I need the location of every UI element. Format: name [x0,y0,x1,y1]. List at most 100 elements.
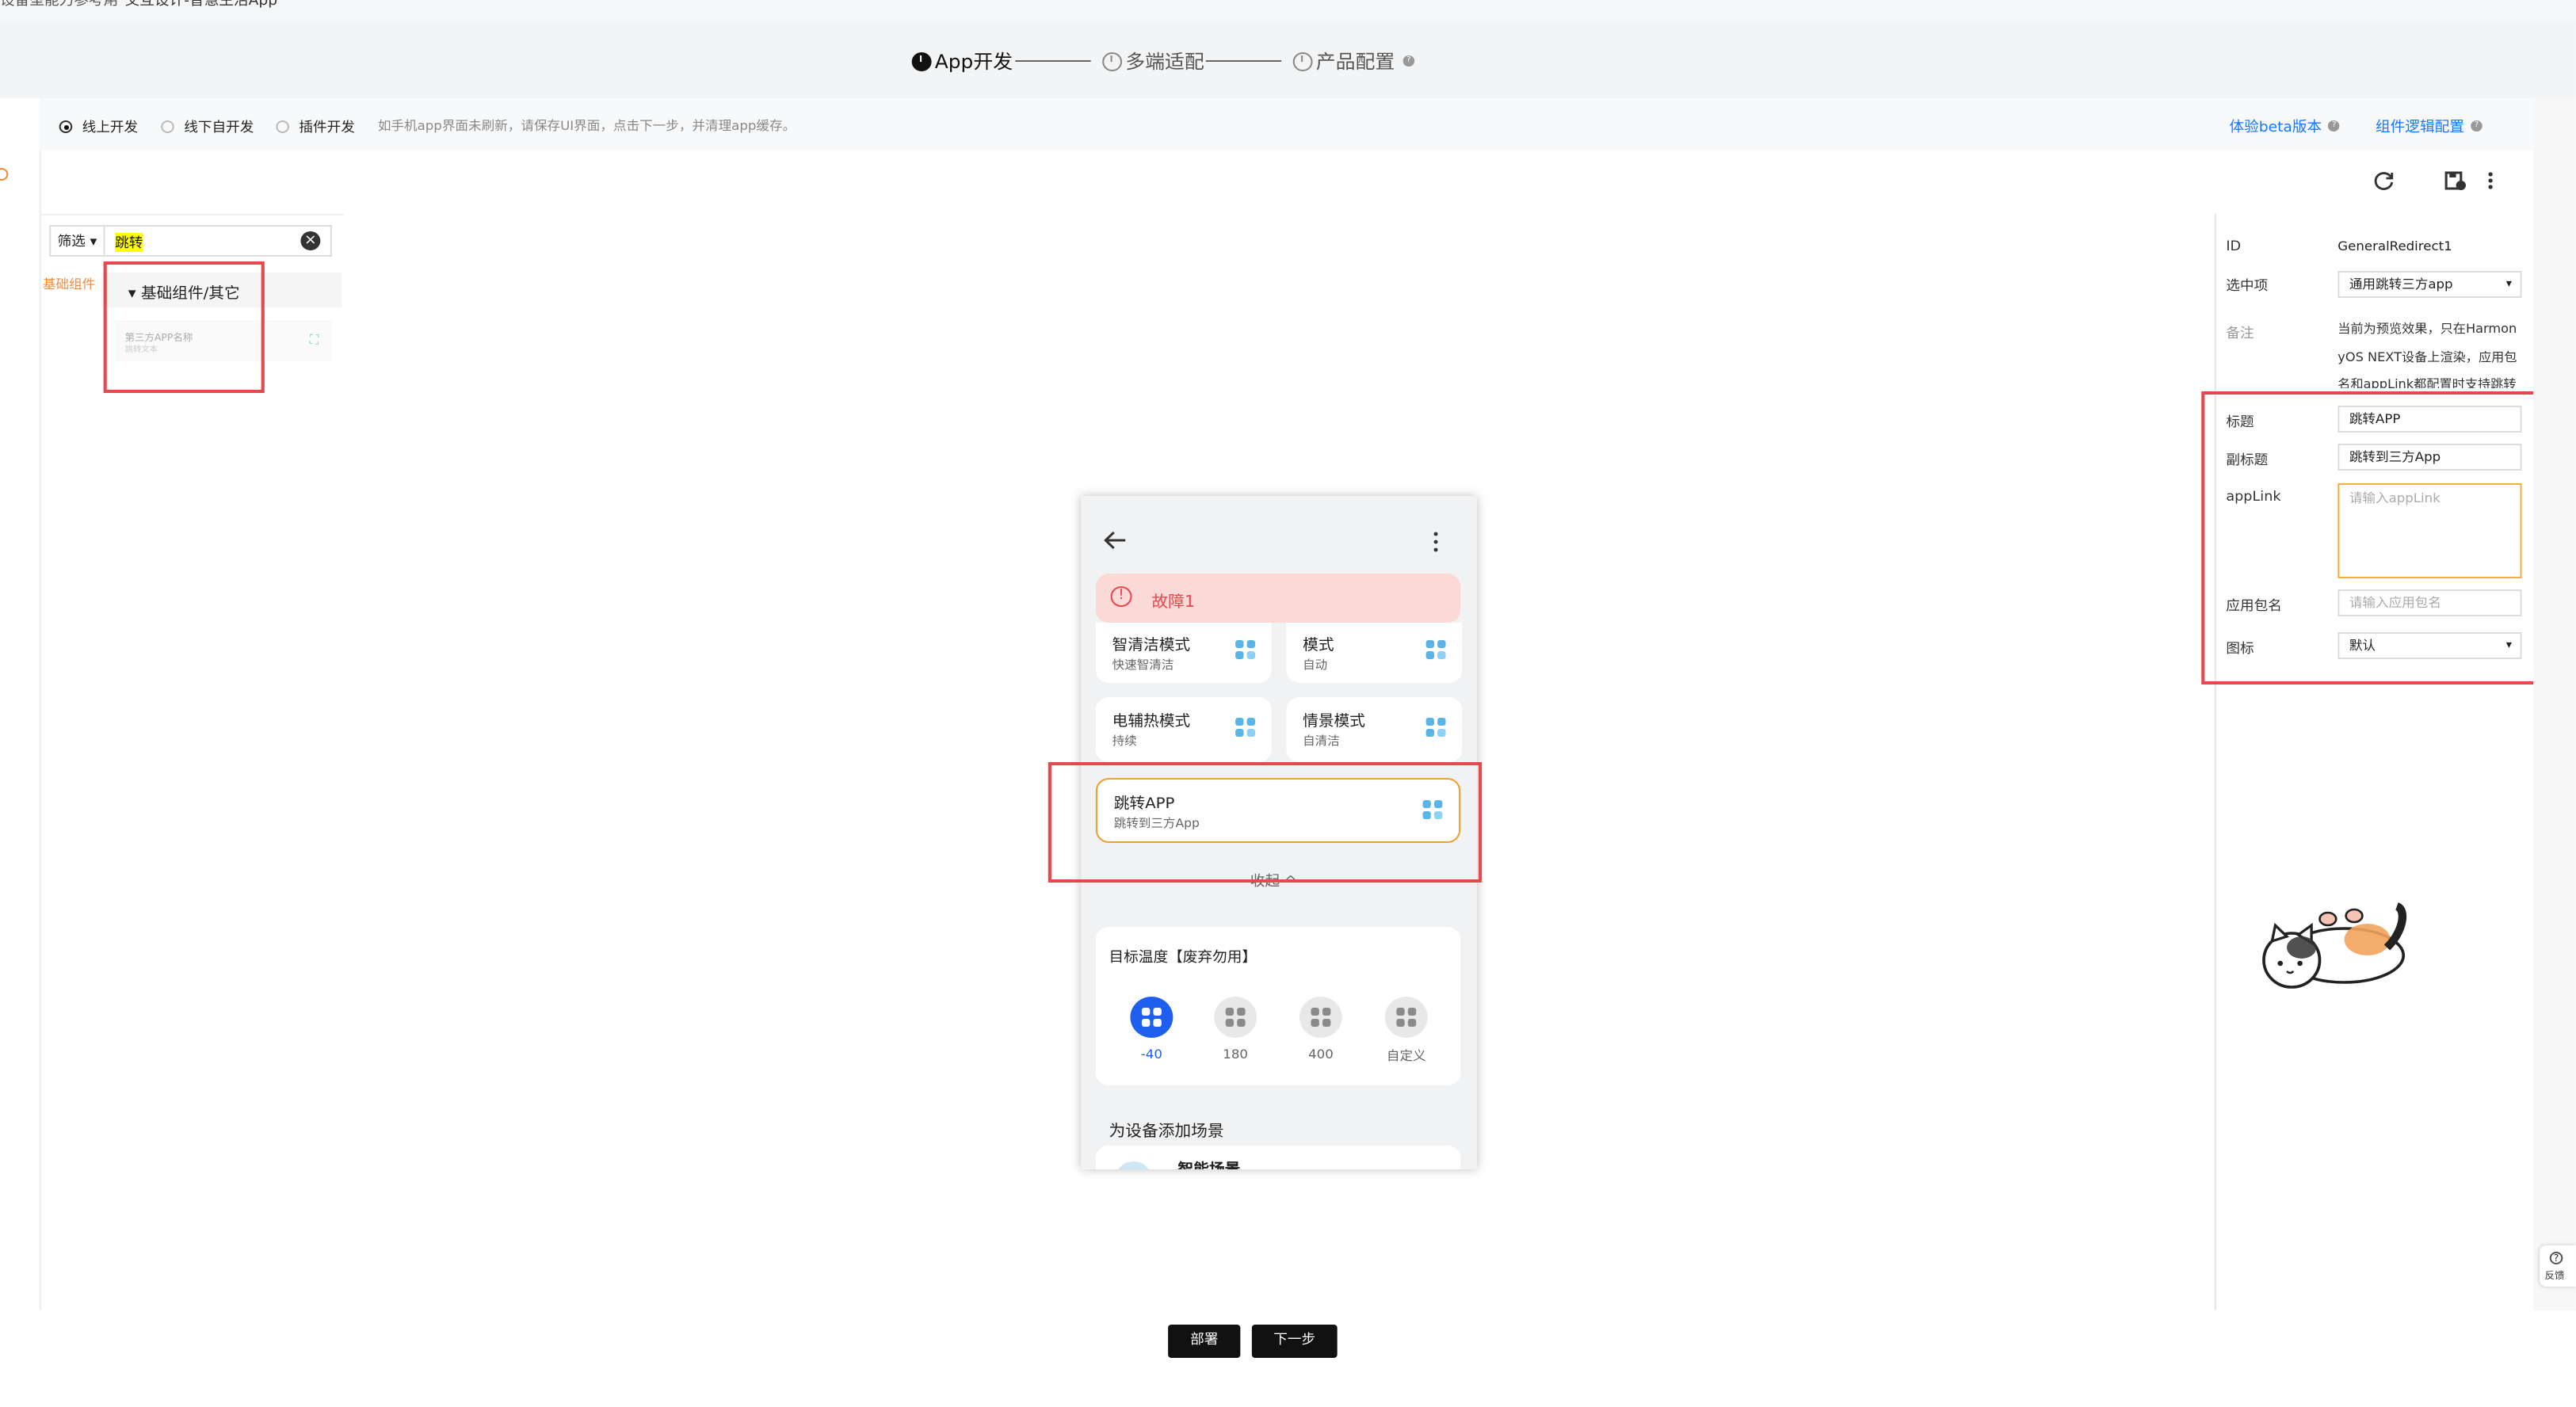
scene-card[interactable]: 智能场景 [1095,1146,1461,1169]
left-gutter [0,98,41,1310]
refresh-icon[interactable] [2372,170,2395,192]
next-step-button[interactable]: 下一步 [1251,1325,1338,1358]
id-label: ID [2226,239,2242,255]
filter-dropdown[interactable]: 筛选 ▾ [49,225,105,257]
app-grid-icon [1396,1008,1417,1027]
scene-icon [1115,1161,1152,1169]
breadcrumb-parent[interactable]: 设备型能力参考用 [0,0,118,9]
app-grid-icon [1235,718,1256,737]
feedback-button[interactable]: ? 反馈 [2540,1245,2576,1287]
right-side-strip: ? 反馈 [2533,98,2576,1310]
breadcrumb-current: 交互设计-智慧生活App [124,0,278,10]
card-title: 电辅热模式 [1112,713,1191,730]
step-label: 产品配置 [1315,51,1395,73]
radio-label: 线下自开发 [184,120,254,136]
temp-option-minus40[interactable] [1130,997,1174,1038]
card-title: 智清洁模式 [1112,637,1191,654]
beta-link-label: 体验beta版本 [2229,120,2322,136]
mode-card-scene[interactable]: 情景模式 自清洁 [1286,697,1463,762]
filter-label: 筛选 [57,234,86,250]
logic-link-label: 组件逻辑配置 [2375,120,2464,136]
stepper [0,22,2576,98]
property-panel: ID GeneralRedirect1 选中项 通用跳转三方app ▾ 备注 当前… [2214,214,2536,1310]
side-tab-basic[interactable]: 基础组件 [43,276,95,293]
highlight-box-props [2201,391,2562,684]
help-icon[interactable]: ? [2328,120,2340,132]
feedback-label: 反馈 [2544,1271,2565,1282]
radio-online-dev[interactable]: 线上开发 [59,117,139,136]
component-search-input[interactable]: 跳转 × [105,225,332,257]
clear-icon[interactable]: × [300,231,321,250]
step-connector [1015,60,1091,62]
logic-config-link[interactable]: 组件逻辑配置? [2376,116,2483,136]
mode-card-mode[interactable]: 模式 自动 [1286,623,1463,683]
selected-item-select[interactable]: 通用跳转三方app ▾ [2337,271,2522,298]
card-title: 模式 [1303,637,1334,654]
card-sub: 持续 [1112,734,1137,748]
card-sub: 快速智清洁 [1112,658,1174,672]
temp-label: 自定义 [1386,1049,1426,1063]
step-product-config[interactable]: 产品配置? [1292,48,1415,74]
temp-label: 180 [1223,1047,1248,1062]
toolbar [39,151,2534,215]
back-arrow-icon[interactable] [1104,531,1127,550]
radio-label: 线上开发 [82,120,139,136]
temp-option-custom[interactable] [1384,997,1428,1038]
help-icon: ? [2549,1252,2563,1264]
card-sub: 自清洁 [1303,734,1340,748]
breadcrumb-separator: > [105,0,118,10]
clock-icon [1292,51,1313,71]
selected-item-label: 选中项 [2226,279,2269,295]
scene-section-title: 为设备添加场景 [1109,1123,1224,1141]
temp-option-180[interactable] [1214,997,1257,1038]
step-multi-device[interactable]: 多端适配 [1102,48,1204,74]
temp-option-400[interactable] [1299,997,1342,1038]
mode-card-aux-heat[interactable]: 电辅热模式 持续 [1095,697,1272,762]
more-vertical-icon[interactable] [2483,170,2499,192]
radio-offline-dev[interactable]: 线下自开发 [161,117,254,136]
fault-banner[interactable]: ! 故障1 [1095,574,1461,623]
note-label: 备注 [2226,326,2254,342]
refresh-hint: 如手机app界面未刷新，请保存UI界面，点击下一步，并清理app缓存。 [377,119,796,133]
temp-label: -40 [1140,1047,1162,1062]
step-label: 多端适配 [1125,51,1204,73]
step-label: App开发 [934,51,1013,73]
radio-label: 插件开发 [299,120,355,136]
radio-checked-icon [59,120,73,133]
breadcrumb: 设备型能力参考用 > 交互设计-智慧生活App [0,0,2576,22]
history-icon[interactable] [0,168,9,181]
dev-mode-bar: 线上开发 线下自开发 插件开发 如手机app界面未刷新，请保存UI界面，点击下一… [39,98,2534,151]
mode-card-smart-clean[interactable]: 智清洁模式 快速智清洁 [1095,623,1272,683]
help-icon[interactable]: ? [1402,55,1415,67]
help-icon[interactable]: ? [2471,120,2483,132]
app-grid-icon [1225,1008,1246,1027]
radio-icon [276,120,289,133]
app-grid-icon [1425,640,1446,659]
card-sub: 自动 [1303,658,1328,672]
fault-label: 故障1 [1151,594,1196,612]
radio-plugin-dev[interactable]: 插件开发 [276,117,355,136]
temp-label: 400 [1308,1047,1334,1062]
radio-icon [161,120,174,133]
expand-icon: ⛶ [309,333,319,347]
beta-link[interactable]: 体验beta版本? [2229,116,2340,136]
save-settings-icon[interactable] [2443,170,2467,192]
app-grid-icon [1235,640,1256,659]
more-vertical-icon[interactable] [1431,531,1441,553]
cat-mascot-illustration [2262,902,2407,989]
app-grid-icon [1141,1008,1162,1027]
chevron-down-icon: ▾ [2505,277,2513,290]
step-app-dev[interactable]: App开发 [911,48,1013,74]
app-grid-icon [1425,718,1446,737]
scene-item-title: 智能场景 [1178,1157,1241,1169]
app-grid-icon [1311,1008,1331,1027]
note-value: 当前为预览效果，只在HarmonyOS NEXT设备上渲染，应用包名和appLi… [2337,322,2517,388]
clock-icon [1102,51,1123,71]
step-connector [1205,60,1282,62]
alert-icon: ! [1110,586,1132,607]
clock-icon [911,51,932,71]
selected-item-value: 通用跳转三方app [2349,277,2453,292]
search-value: 跳转 [115,233,143,252]
deploy-button[interactable]: 部署 [1168,1325,1241,1358]
temp-title: 目标温度【废弃勿用】 [1109,951,1257,967]
